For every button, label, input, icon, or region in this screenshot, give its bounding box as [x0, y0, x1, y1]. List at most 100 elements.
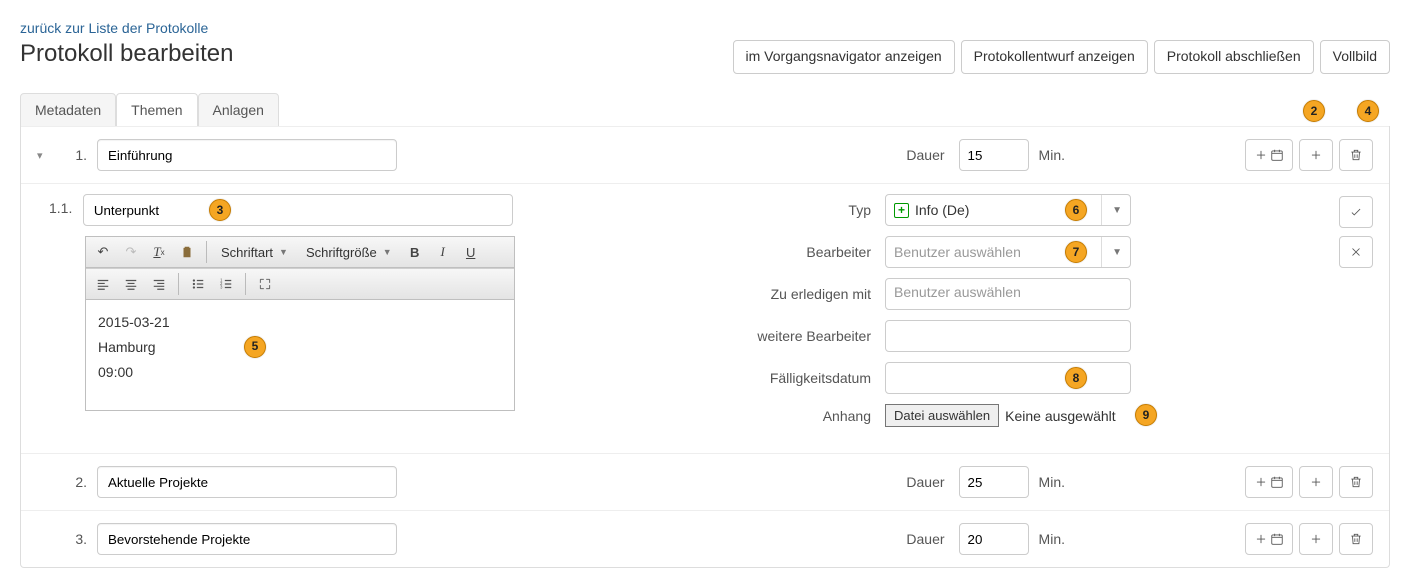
topic-number: 2.: [63, 474, 87, 490]
add-button[interactable]: [1299, 523, 1333, 555]
add-to-calendar-button[interactable]: [1245, 466, 1293, 498]
plus-icon: [1254, 148, 1268, 162]
marker-9: 9: [1135, 404, 1157, 426]
subtopic-title-input[interactable]: [83, 194, 513, 226]
marker-5: 5: [244, 336, 266, 358]
duration-label: Dauer: [906, 147, 944, 163]
fullscreen-button[interactable]: Vollbild: [1320, 40, 1390, 74]
duration-input[interactable]: [959, 466, 1029, 498]
calendar-icon: [1270, 475, 1284, 489]
plus-icon: [1254, 475, 1268, 489]
topic-title-input[interactable]: [97, 523, 397, 555]
minutes-label: Min.: [1039, 147, 1065, 163]
file-status: Keine ausgewählt: [1005, 408, 1116, 424]
add-button[interactable]: [1299, 466, 1333, 498]
calendar-icon: [1270, 532, 1284, 546]
align-right-icon[interactable]: [146, 272, 172, 296]
marker-4: 4: [1357, 100, 1379, 122]
underline-icon[interactable]: U: [458, 240, 484, 264]
italic-icon[interactable]: I: [430, 240, 456, 264]
calendar-icon: [1270, 148, 1284, 162]
marker-6: 6: [1065, 199, 1087, 221]
tabs: Metadaten Themen Anlagen: [20, 92, 1390, 127]
topic-row: ▾ 1. Dauer Min.: [21, 126, 1389, 183]
assignee-select[interactable]: Benutzer auswählen ▼: [885, 236, 1131, 268]
caret-down-icon: ▼: [1101, 237, 1122, 267]
todo-with-label: Zu erledigen mit: [565, 286, 885, 302]
cancel-button[interactable]: [1339, 236, 1373, 268]
topic-row: 2. Dauer Min.: [21, 453, 1389, 510]
attachment-label: Anhang: [565, 408, 885, 424]
more-assignees-input[interactable]: [885, 320, 1131, 352]
todo-with-input[interactable]: Benutzer auswählen: [885, 278, 1131, 310]
topic-number: 3.: [63, 531, 87, 547]
plus-icon: [1309, 475, 1323, 489]
marker-8: 8: [1065, 367, 1087, 389]
minutes-label: Min.: [1039, 474, 1065, 490]
confirm-button[interactable]: [1339, 196, 1373, 228]
close-icon: [1349, 245, 1363, 259]
numbered-list-icon[interactable]: 123: [213, 272, 239, 296]
editor-line: Hamburg: [98, 335, 502, 360]
maximize-icon[interactable]: [252, 272, 278, 296]
show-in-navigator-button[interactable]: im Vorgangsnavigator anzeigen: [733, 40, 955, 74]
align-left-icon[interactable]: [90, 272, 116, 296]
undo-icon[interactable]: ↶: [90, 240, 116, 264]
subtopic-row: 1.1. 3 ↶ ↷ Tx Schriftart ▼ Schriftgröße …: [21, 183, 1389, 453]
editor-toolbar-2: 123: [86, 268, 514, 300]
delete-button[interactable]: [1339, 523, 1373, 555]
chevron-down-icon[interactable]: ▾: [37, 149, 53, 162]
topic-row: 3. Dauer Min.: [21, 510, 1389, 567]
add-to-calendar-button[interactable]: [1245, 523, 1293, 555]
topic-number: 1.: [63, 147, 87, 163]
bullet-list-icon[interactable]: [185, 272, 211, 296]
tab-metadata[interactable]: Metadaten: [20, 93, 116, 127]
tab-topics[interactable]: Themen: [116, 93, 197, 127]
plus-icon: [1309, 148, 1323, 162]
clear-format-icon[interactable]: Tx: [146, 240, 172, 264]
font-family-select[interactable]: Schriftart ▼: [213, 243, 296, 262]
minutes-label: Min.: [1039, 531, 1065, 547]
due-date-input[interactable]: [885, 362, 1131, 394]
info-plus-icon: +: [894, 203, 909, 218]
type-select[interactable]: +Info (De) ▼: [885, 194, 1131, 226]
topic-title-input[interactable]: [97, 139, 397, 171]
rich-text-editor: ↶ ↷ Tx Schriftart ▼ Schriftgröße ▼ B I U: [85, 236, 515, 411]
add-button[interactable]: [1299, 139, 1333, 171]
trash-icon: [1349, 475, 1363, 489]
delete-button[interactable]: [1339, 139, 1373, 171]
font-size-select[interactable]: Schriftgröße ▼: [298, 243, 400, 262]
plus-icon: [1254, 532, 1268, 546]
finalize-button[interactable]: Protokoll abschließen: [1154, 40, 1314, 74]
topics-panel: 2 4 ▾ 1. Dauer Min. 1.1. 3: [20, 126, 1390, 568]
show-draft-button[interactable]: Protokollentwurf anzeigen: [961, 40, 1148, 74]
marker-7: 7: [1065, 241, 1087, 263]
subtopic-number: 1.1.: [49, 194, 79, 216]
duration-input[interactable]: [959, 523, 1029, 555]
paste-icon[interactable]: [174, 240, 200, 264]
back-link[interactable]: zurück zur Liste der Protokolle: [20, 20, 208, 36]
page-title: Protokoll bearbeiten: [20, 40, 233, 68]
add-to-calendar-button[interactable]: [1245, 139, 1293, 171]
choose-file-button[interactable]: Datei auswählen: [885, 404, 999, 427]
marker-2: 2: [1303, 100, 1325, 122]
duration-label: Dauer: [906, 474, 944, 490]
due-date-label: Fälligkeitsdatum: [565, 370, 885, 386]
editor-line: 2015-03-21: [98, 310, 502, 335]
editor-line: 09:00: [98, 360, 502, 385]
align-center-icon[interactable]: [118, 272, 144, 296]
editor-body[interactable]: 2015-03-21 Hamburg 09:00 5: [86, 300, 514, 410]
svg-text:3: 3: [220, 285, 223, 290]
redo-icon[interactable]: ↷: [118, 240, 144, 264]
duration-label: Dauer: [906, 531, 944, 547]
clipboard-icon: [180, 245, 194, 259]
tab-attachments[interactable]: Anlagen: [198, 93, 279, 127]
duration-input[interactable]: [959, 139, 1029, 171]
trash-icon: [1349, 148, 1363, 162]
topic-title-input[interactable]: [97, 466, 397, 498]
bold-icon[interactable]: B: [402, 240, 428, 264]
check-icon: [1349, 205, 1363, 219]
delete-button[interactable]: [1339, 466, 1373, 498]
assignee-label: Bearbeiter: [565, 244, 885, 260]
marker-3: 3: [209, 199, 231, 221]
